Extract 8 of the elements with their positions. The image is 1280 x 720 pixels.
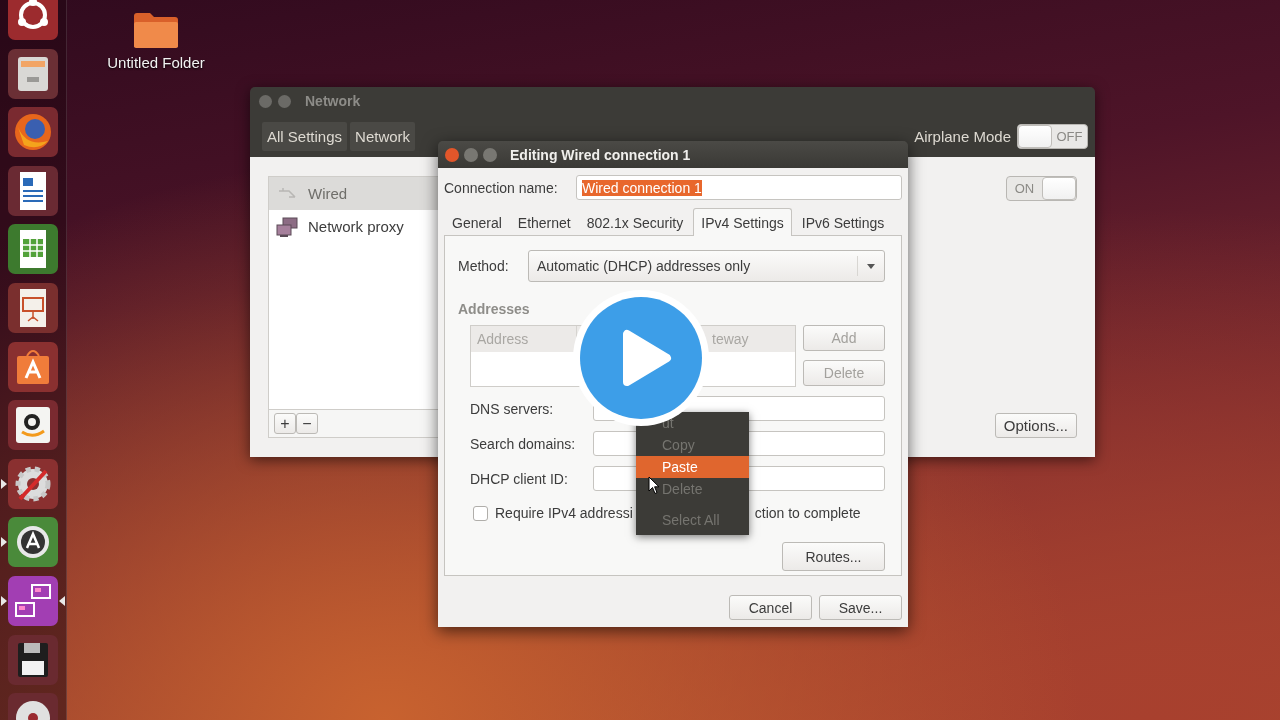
field-label: Method: <box>458 258 510 274</box>
field-label: DNS servers: <box>470 400 555 417</box>
field-label: Search domains: <box>470 435 577 452</box>
field-label: DHCP client ID: <box>470 470 569 487</box>
section-heading: Addresses <box>458 301 531 319</box>
window-title: Editing Wired connection 1 <box>510 146 691 163</box>
airplane-mode-label: Airplane Mode <box>914 127 1011 145</box>
window-title: Network <box>305 93 361 109</box>
